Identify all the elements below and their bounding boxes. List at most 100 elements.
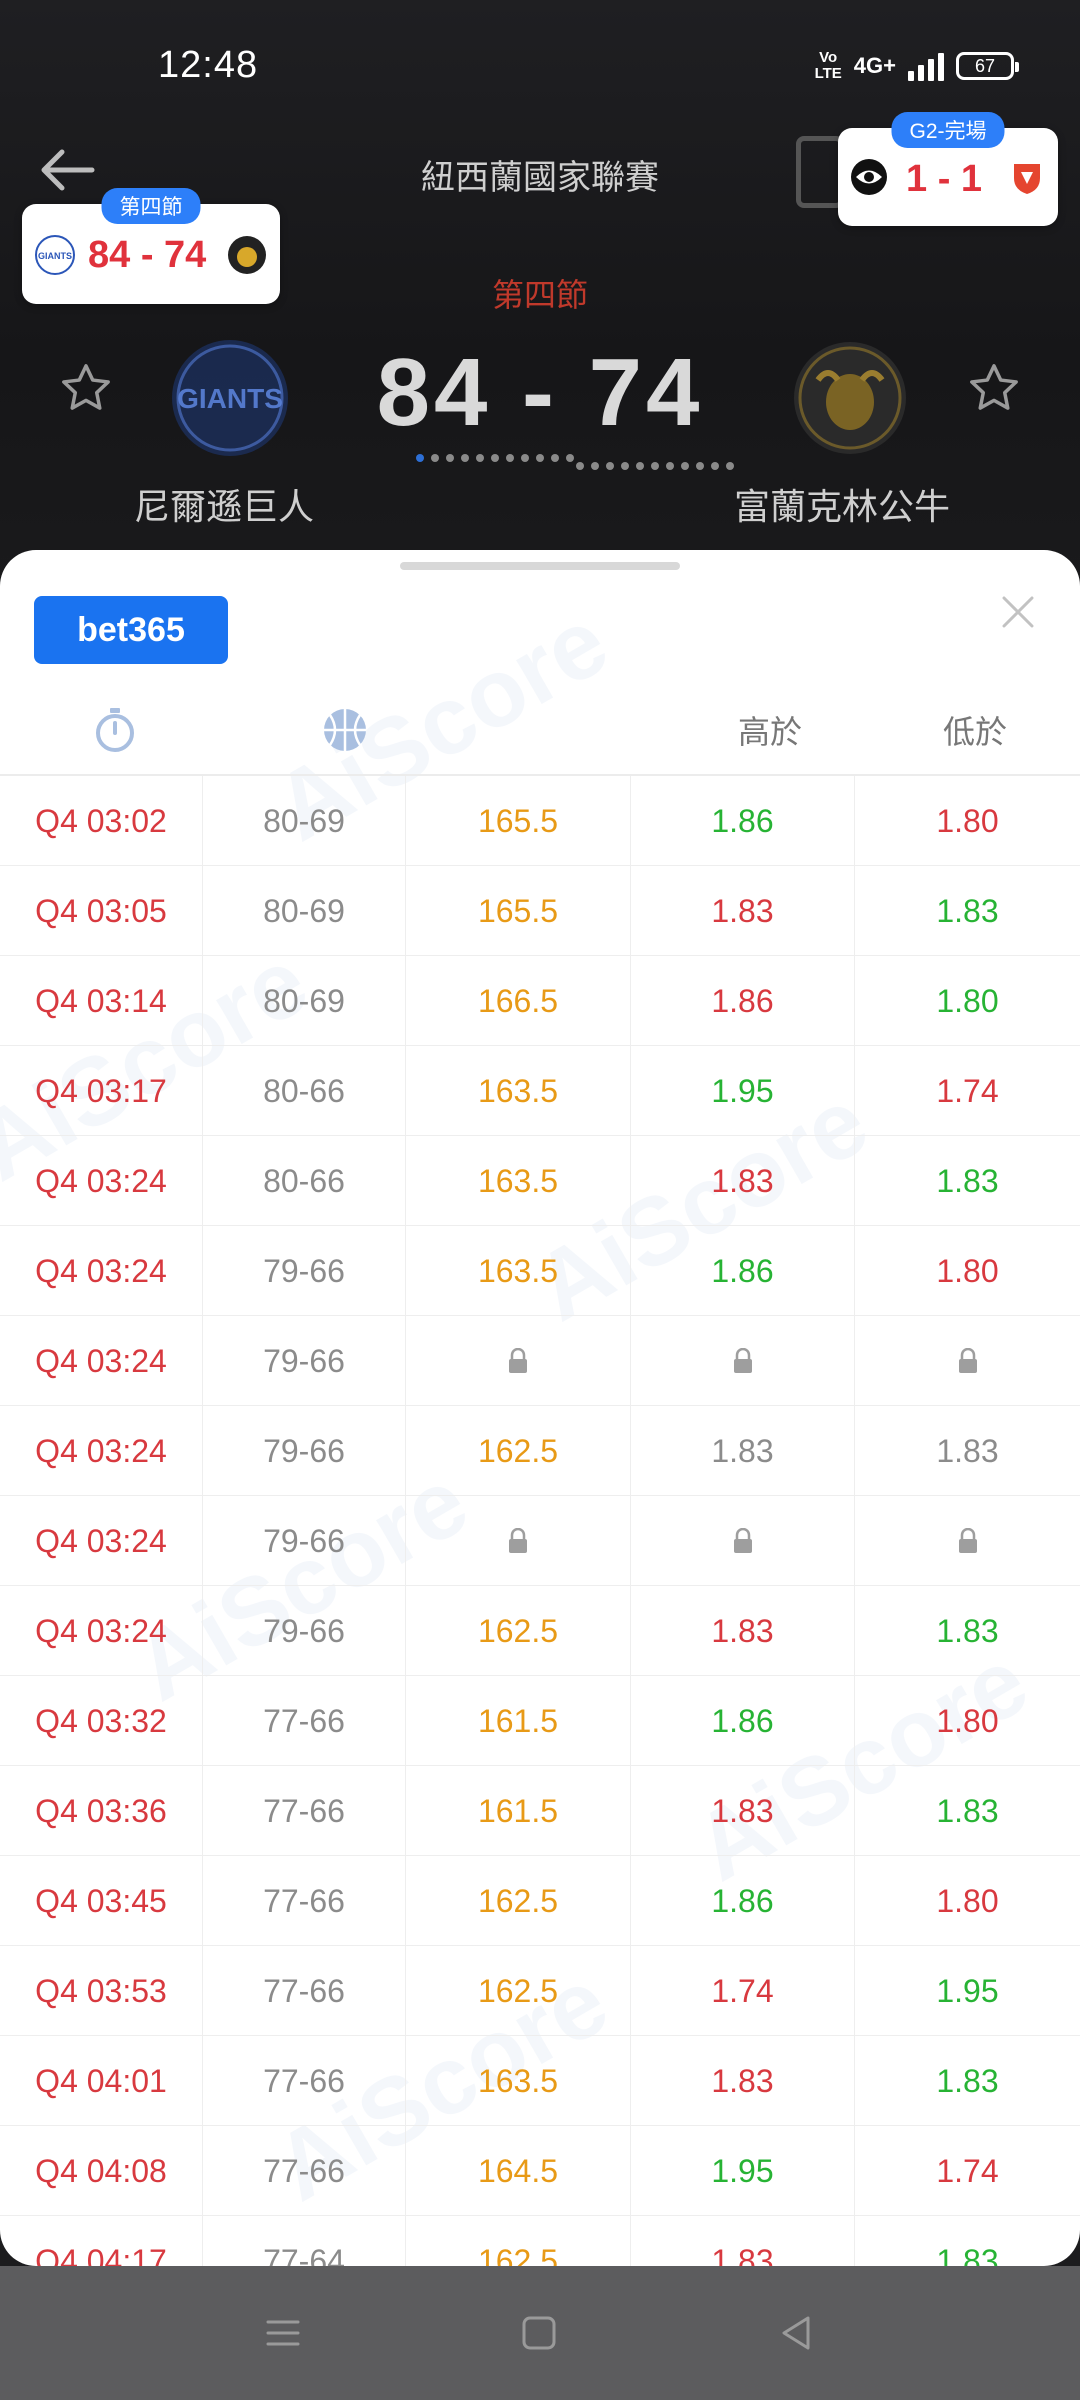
odds-row[interactable]: Q4 03:24 79-66 [0,1496,1080,1586]
odds-row[interactable]: Q4 03:24 79-66 162.5 1.83 1.83 [0,1406,1080,1496]
odds-row[interactable]: Q4 03:24 80-66 163.5 1.83 1.83 [0,1136,1080,1226]
mini-team-a-logo [851,159,887,195]
odds-line: 162.5 [406,1946,631,2036]
under-column-header: 低於 [942,714,1007,750]
away-team-logo[interactable] [788,336,912,460]
odds-time: Q4 03:24 [0,1226,203,1316]
mini-team-b-logo [1014,164,1040,194]
floating-live-score-card[interactable]: 第四節 GIANTS 84 - 74 [22,188,280,304]
odds-score: 80-69 [203,776,406,866]
status-bar-icons: Vo LTE 4G+ 67 [814,46,1019,86]
odds-line: 163.5 [406,1136,631,1226]
odds-row[interactable]: Q4 04:01 77-66 163.5 1.83 1.83 [0,2036,1080,2126]
close-icon[interactable] [998,592,1038,632]
odds-score: 79-66 [203,1316,406,1406]
network-type: 4G+ [853,53,896,78]
odds-line: 163.5 [406,1046,631,1136]
odds-score: 77-66 [203,2126,406,2216]
home-icon[interactable] [514,2308,564,2358]
phone-icon[interactable] [796,136,844,208]
odds-under: 1.80 [936,1882,999,1919]
time-column-header [0,684,230,776]
status-time: 12:48 [158,44,259,86]
odds-line: 165.5 [406,866,631,956]
favorite-home-star-icon[interactable] [58,360,114,416]
odds-line: 162.5 [406,1856,631,1946]
odds-under: 1.80 [936,1252,999,1289]
float-quarter-badge: 第四節 [101,188,201,224]
odds-under: 1.83 [936,2242,999,2267]
odds-table-body: Q4 03:02 80-69 165.5 1.86 1.80 Q4 03:05 80-69 1… [0,776,1080,2266]
odds-score: 80-66 [203,1136,406,1226]
volte-indicator: Vo LTE [814,49,842,82]
lock-icon [509,1348,527,1373]
odds-over: 1.83 [631,2036,855,2126]
odds-over: 1.86 [631,1226,855,1316]
odds-row[interactable]: Q4 03:05 80-69 165.5 1.83 1.83 [0,866,1080,956]
menu-icon[interactable] [258,2308,308,2358]
odds-row[interactable]: Q4 03:53 77-66 162.5 1.74 1.95 [0,1946,1080,2036]
lock-icon [733,1348,752,1373]
float-status-badge: G2-完場 [891,112,1005,148]
odds-under: 1.83 [936,2062,999,2099]
odds-over: 1.95 [631,1046,855,1136]
odds-score: 80-66 [203,1046,406,1136]
odds-row[interactable]: Q4 03:36 77-66 161.5 1.83 1.83 [0,1766,1080,1856]
odds-over-locked [631,1316,855,1406]
odds-line: 162.5 [406,1586,631,1676]
float-score: 84 - 74 [88,234,207,276]
odds-under: 1.83 [936,1792,999,1829]
odds-time: Q4 03:17 [0,1046,203,1136]
odds-row[interactable]: Q4 03:14 80-69 166.5 1.86 1.80 [0,956,1080,1046]
odds-time: Q4 03:24 [0,1136,203,1226]
odds-time: Q4 03:45 [0,1856,203,1946]
odds-under: 1.74 [936,1072,999,1109]
stopwatch-icon [96,708,134,752]
odds-score: 79-66 [203,1226,406,1316]
odds-line: 165.5 [406,776,631,866]
odds-over: 1.83 [631,866,855,956]
odds-score: 77-66 [203,1766,406,1856]
odds-over: 1.74 [631,1946,855,2036]
odds-under: 1.83 [936,1612,999,1649]
lock-icon [958,1528,977,1553]
odds-row[interactable]: Q4 04:17 77-64 162.5 1.83 1.83 [0,2216,1080,2266]
bookmaker-selector-button[interactable]: bet365 [34,596,228,664]
odds-over: 1.83 [631,1406,855,1496]
odds-row[interactable]: Q4 03:24 79-66 [0,1316,1080,1406]
odds-under: 1.74 [936,2152,999,2189]
lock-icon [509,1528,527,1553]
odds-row[interactable]: Q4 03:02 80-69 165.5 1.86 1.80 [0,776,1080,866]
odds-time: Q4 04:01 [0,2036,203,2126]
floating-esports-score-card[interactable]: G2-完場 1 - 1 [838,112,1058,226]
odds-score: 79-66 [203,1406,406,1496]
home-team-logo[interactable]: GIANTS [168,336,292,460]
back-icon[interactable] [772,2308,822,2358]
odds-under-locked [855,1316,1080,1406]
odds-over: 1.86 [631,956,855,1046]
odds-line: 163.5 [406,1226,631,1316]
odds-row[interactable]: Q4 03:32 77-66 161.5 1.86 1.80 [0,1676,1080,1766]
sheet-grab-handle[interactable] [400,562,680,570]
odds-score: 77-66 [203,2036,406,2126]
odds-row[interactable]: Q4 03:24 79-66 162.5 1.83 1.83 [0,1586,1080,1676]
odds-row[interactable]: Q4 04:08 77-66 164.5 1.95 1.74 [0,2126,1080,2216]
odds-row[interactable]: Q4 03:17 80-66 163.5 1.95 1.74 [0,1046,1080,1136]
odds-time: Q4 03:36 [0,1766,203,1856]
odds-over: 1.83 [631,2216,855,2266]
odds-row[interactable]: Q4 03:24 79-66 163.5 1.86 1.80 [0,1226,1080,1316]
odds-over: 1.86 [631,776,855,866]
system-nav-bar [0,2266,1080,2400]
odds-over: 1.83 [631,1136,855,1226]
odds-time: Q4 03:32 [0,1676,203,1766]
odds-score: 80-69 [203,956,406,1046]
odds-score: 79-66 [203,1496,406,1586]
odds-over: 1.83 [631,1586,855,1676]
favorite-away-star-icon[interactable] [966,360,1022,416]
basketball-icon [324,709,366,751]
odds-bottom-sheet: AiScore AiScore AiScore AiScore AiScore … [0,550,1080,2266]
odds-under: 1.80 [936,802,999,839]
odds-line: 161.5 [406,1766,631,1856]
odds-row[interactable]: Q4 03:45 77-66 162.5 1.86 1.80 [0,1856,1080,1946]
odds-line: 162.5 [406,1406,631,1496]
